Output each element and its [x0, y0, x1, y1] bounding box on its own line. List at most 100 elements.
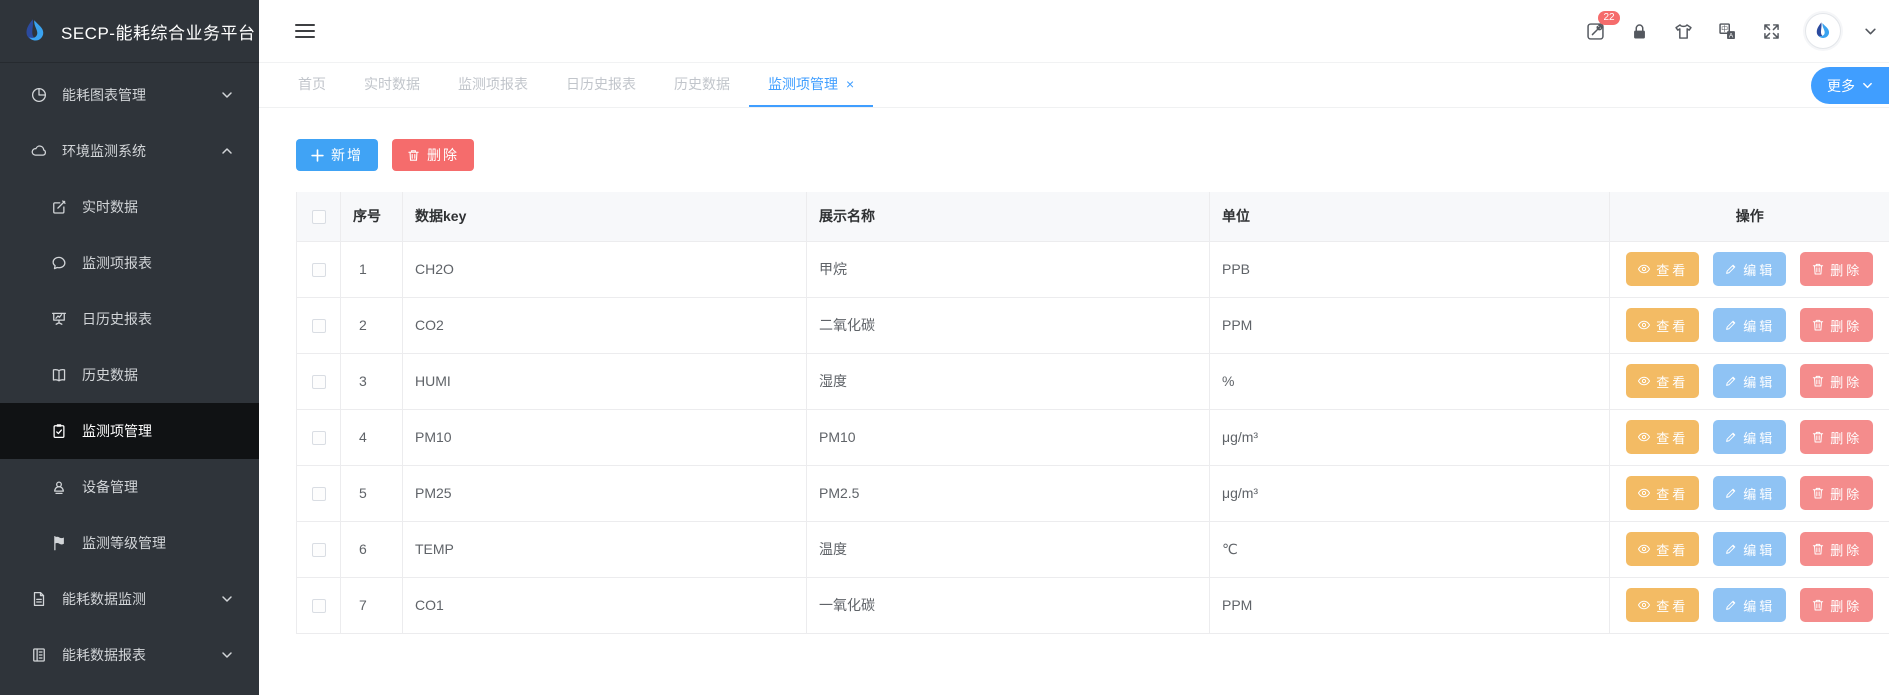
sidebar-item-energy-report[interactable]: 能耗数据报表 [0, 627, 259, 683]
action-label: 编辑 [1743, 596, 1775, 615]
action-label: 删除 [1830, 484, 1862, 503]
tab-监测项管理[interactable]: 监测项管理 × [749, 63, 873, 107]
row-view-button[interactable]: 查看 [1626, 308, 1699, 342]
row-edit-button[interactable]: 编辑 [1713, 364, 1786, 398]
tab-历史数据[interactable]: 历史数据 [655, 63, 749, 107]
row-view-button[interactable]: 查看 [1626, 420, 1699, 454]
sidebar-item-label: 设备管理 [82, 477, 138, 497]
table-row: 6TEMP温度℃查看编辑删除 [297, 521, 1889, 577]
row-checkbox[interactable] [312, 543, 326, 557]
action-label: 编辑 [1743, 260, 1775, 279]
action-label: 查看 [1656, 372, 1688, 391]
row-checkbox[interactable] [312, 319, 326, 333]
pencil-icon [1724, 430, 1738, 444]
row-delete-button[interactable]: 删除 [1800, 420, 1873, 454]
more-label: 更多 [1827, 76, 1855, 96]
fullscreen-icon[interactable] [1761, 21, 1782, 42]
lock-icon[interactable] [1629, 21, 1650, 42]
sidebar-item-label: 日历史报表 [82, 309, 152, 329]
sidebar-item-history-data[interactable]: 历史数据 [0, 347, 259, 403]
row-checkbox[interactable] [312, 375, 326, 389]
trash-icon [1811, 486, 1825, 500]
tab-实时数据[interactable]: 实时数据 [345, 63, 439, 107]
top-header: 22 中A [259, 0, 1889, 63]
eye-icon [1637, 542, 1651, 556]
add-button[interactable]: 新增 [296, 139, 378, 171]
more-tabs-button[interactable]: 更多 [1811, 67, 1889, 104]
action-label: 编辑 [1743, 484, 1775, 503]
eye-icon [1637, 262, 1651, 276]
cell-key: PM10 [403, 409, 807, 465]
row-delete-button[interactable]: 删除 [1800, 252, 1873, 286]
sidebar-item-env-monitor[interactable]: 环境监测系统 [0, 123, 259, 179]
eye-icon [1637, 374, 1651, 388]
app-window: SECP-能耗综合业务平台 能耗图表管理环境监测系统实时数据监测项报表日历史报表… [0, 0, 1889, 695]
select-all-checkbox[interactable] [312, 210, 326, 224]
row-checkbox[interactable] [312, 599, 326, 613]
tab-label: 监测项管理 [768, 74, 838, 94]
add-button-label: 新增 [331, 145, 363, 165]
trash-icon [1811, 542, 1825, 556]
row-view-button[interactable]: 查看 [1626, 588, 1699, 622]
row-delete-button[interactable]: 删除 [1800, 476, 1873, 510]
action-label: 删除 [1830, 596, 1862, 615]
pencil-icon [1724, 262, 1738, 276]
tab-日历史报表[interactable]: 日历史报表 [547, 63, 655, 107]
row-edit-button[interactable]: 编辑 [1713, 476, 1786, 510]
row-checkbox[interactable] [312, 263, 326, 277]
row-checkbox[interactable] [312, 487, 326, 501]
row-view-button[interactable]: 查看 [1626, 532, 1699, 566]
sidebar-item-device-mgmt[interactable]: 设备管理 [0, 459, 259, 515]
chevron-down-icon[interactable] [1864, 25, 1877, 38]
row-delete-button[interactable]: 删除 [1800, 308, 1873, 342]
chevron-up-icon [221, 145, 233, 157]
sidebar-item-item-mgmt[interactable]: 监测项管理 [0, 403, 259, 459]
tab-首页[interactable]: 首页 [279, 63, 345, 107]
sidebar-item-item-report[interactable]: 监测项报表 [0, 235, 259, 291]
avatar[interactable] [1805, 13, 1841, 49]
sidebar-item-energy-monitor[interactable]: 能耗数据监测 [0, 571, 259, 627]
row-edit-button[interactable]: 编辑 [1713, 588, 1786, 622]
row-view-button[interactable]: 查看 [1626, 476, 1699, 510]
row-edit-button[interactable]: 编辑 [1713, 308, 1786, 342]
sidebar-menu: 能耗图表管理环境监测系统实时数据监测项报表日历史报表历史数据监测项管理设备管理监… [0, 63, 259, 683]
cell-unit: μg/m³ [1210, 409, 1610, 465]
delete-button-label: 删除 [427, 145, 459, 165]
sidebar-item-chart-mgmt[interactable]: 能耗图表管理 [0, 67, 259, 123]
tab-label: 日历史报表 [566, 74, 636, 94]
sidebar-item-day-history[interactable]: 日历史报表 [0, 291, 259, 347]
row-edit-button[interactable]: 编辑 [1713, 252, 1786, 286]
tab-监测项报表[interactable]: 监测项报表 [439, 63, 547, 107]
trash-icon [1811, 262, 1825, 276]
action-label: 查看 [1656, 428, 1688, 447]
row-edit-button[interactable]: 编辑 [1713, 532, 1786, 566]
sidebar-item-realtime-data[interactable]: 实时数据 [0, 179, 259, 235]
tab-bar: 首页实时数据监测项报表日历史报表历史数据监测项管理 × 更多 [259, 63, 1889, 108]
tab-close-icon[interactable]: × [846, 77, 854, 91]
delete-button[interactable]: 删除 [392, 139, 474, 171]
action-label: 删除 [1830, 316, 1862, 335]
theme-shirt-icon[interactable] [1673, 21, 1694, 42]
sidebar-item-level-mgmt[interactable]: 监测等级管理 [0, 515, 259, 571]
row-delete-button[interactable]: 删除 [1800, 532, 1873, 566]
monitoring-items-table: 序号 数据key 展示名称 单位 操作 1CH2O甲烷PPB查看编辑删除2CO2… [296, 192, 1889, 634]
tab-label: 首页 [298, 74, 326, 94]
hamburger-menu-icon[interactable] [295, 24, 315, 38]
trash-icon [407, 149, 420, 162]
row-edit-button[interactable]: 编辑 [1713, 420, 1786, 454]
row-actions: 查看 编辑 删除 [1610, 466, 1889, 521]
row-view-button[interactable]: 查看 [1626, 252, 1699, 286]
table-body: 1CH2O甲烷PPB查看编辑删除2CO2二氧化碳PPM查看编辑删除3HUMI湿度… [297, 241, 1889, 633]
row-delete-button[interactable]: 删除 [1800, 364, 1873, 398]
row-delete-button[interactable]: 删除 [1800, 588, 1873, 622]
row-view-button[interactable]: 查看 [1626, 364, 1699, 398]
cell-name: 甲烷 [807, 241, 1210, 297]
translate-icon[interactable]: 中A [1717, 21, 1738, 42]
cell-name: 湿度 [807, 353, 1210, 409]
presentation-chart-icon [50, 310, 68, 328]
row-checkbox[interactable] [312, 431, 326, 445]
tools-icon[interactable]: 22 [1585, 21, 1606, 42]
trash-icon [1811, 318, 1825, 332]
eye-icon [1637, 430, 1651, 444]
trash-icon [1811, 430, 1825, 444]
